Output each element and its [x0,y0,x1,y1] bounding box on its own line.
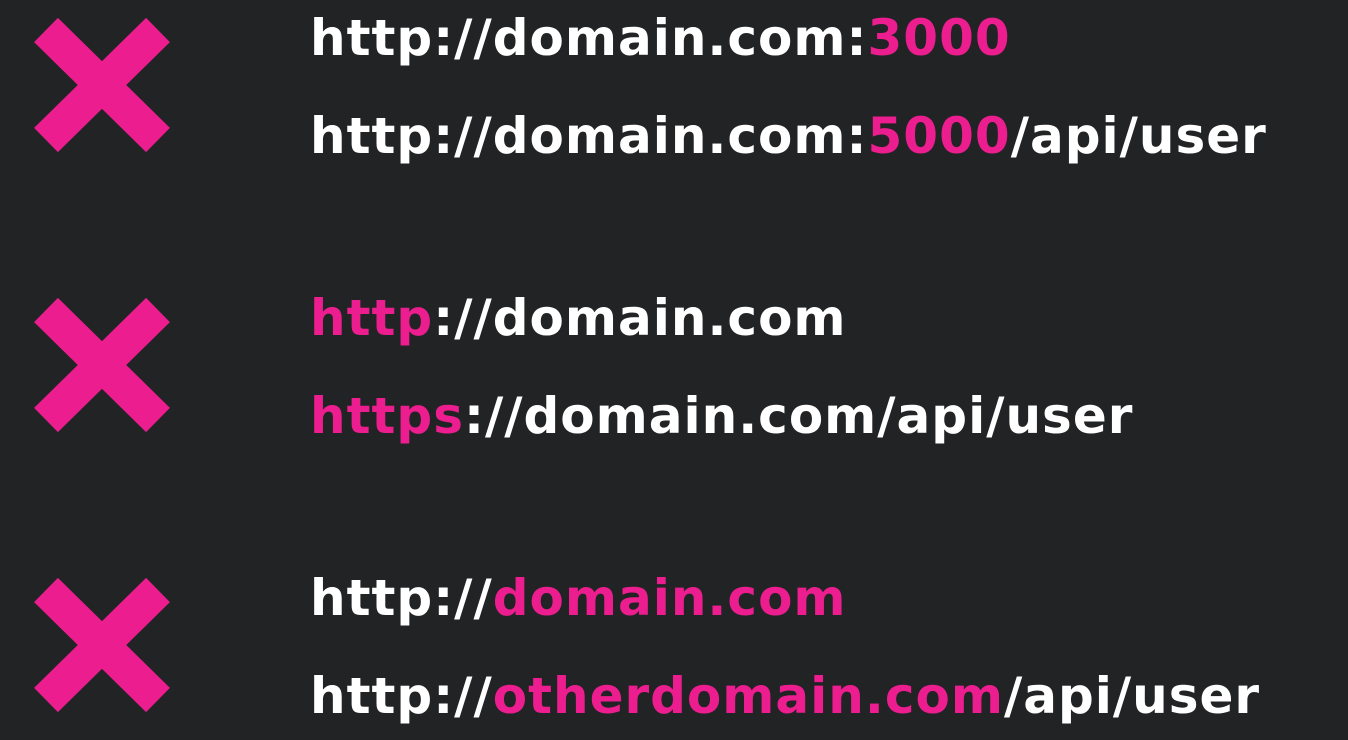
url-line-port-3000: http://domain.com:3000 [310,8,1011,68]
url-comparison-group-2: http://domain.com https://domain.com/api… [0,280,1348,460]
url-segment: /api/user [1003,667,1261,725]
x-mark-icon [26,10,178,160]
url-comparison-group-3: http://domain.com http://otherdomain.com… [0,560,1348,740]
url-line-http: http://domain.com [310,288,847,348]
url-line-domain: http://domain.com [310,568,847,628]
x-mark-icon [26,290,178,440]
url-segment-highlight: http [310,289,434,347]
url-segment: http://domain.com: [310,9,868,67]
url-segment-highlight: otherdomain.com [492,667,1004,725]
url-line-otherdomain: http://otherdomain.com/api/user [310,666,1260,726]
url-segment: http://domain.com: [310,107,868,165]
url-segment: http:// [310,569,493,627]
x-mark-icon [26,570,178,720]
url-line-port-5000: http://domain.com:5000/api/user [310,106,1267,166]
url-segment: http:// [310,667,493,725]
url-segment: ://domain.com/api/user [463,387,1134,445]
url-segment-highlight: 5000 [867,107,1011,165]
url-segment: ://domain.com [433,289,847,347]
url-segment-highlight: https [310,387,464,445]
url-comparison-group-1: http://domain.com:3000 http://domain.com… [0,0,1348,180]
url-segment: /api/user [1010,107,1267,165]
url-segment-highlight: domain.com [492,569,847,627]
url-line-https: https://domain.com/api/user [310,386,1133,446]
url-segment-highlight: 3000 [867,9,1011,67]
